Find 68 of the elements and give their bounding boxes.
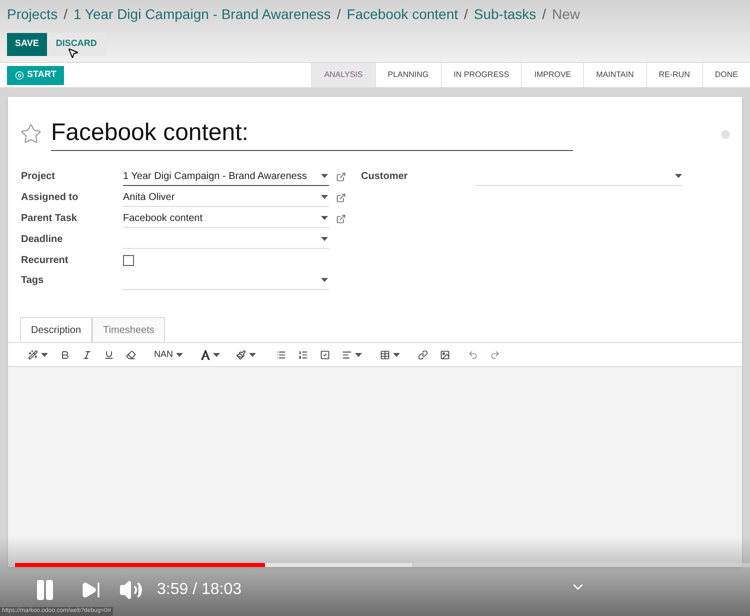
breadcrumb-current: New — [552, 4, 580, 24]
field-label: Assigned to — [20, 191, 80, 205]
caret-icon — [321, 174, 328, 178]
field-label: Parent Task — [20, 212, 78, 226]
external-link-icon[interactable] — [336, 214, 346, 224]
caret-icon — [213, 352, 220, 356]
link-icon[interactable] — [418, 350, 428, 360]
discard-button[interactable]: DISCARD — [46, 32, 106, 56]
dropdown-field[interactable]: Anita Oliver — [123, 188, 329, 207]
undo-icon[interactable] — [468, 350, 478, 360]
magic-wand-icon[interactable] — [28, 350, 38, 360]
caret-icon — [321, 278, 328, 282]
caret-icon — [393, 352, 400, 356]
breadcrumb-separator: / — [542, 4, 546, 24]
checkbox[interactable] — [123, 254, 134, 266]
caret-icon — [176, 352, 184, 356]
next-icon[interactable] — [81, 580, 101, 600]
field-label: Tags — [20, 274, 45, 288]
font-color-icon[interactable] — [201, 350, 210, 360]
progress-track[interactable] — [15, 563, 750, 567]
caret-icon — [675, 174, 682, 178]
dropdown-field[interactable]: Facebook content — [123, 209, 329, 228]
tab[interactable]: Description — [20, 317, 92, 343]
external-link-icon[interactable] — [336, 172, 346, 182]
breadcrumb-link[interactable]: Projects — [7, 4, 58, 24]
time-display: 3:59 / 18:03 — [157, 580, 242, 600]
bullet-list-icon[interactable] — [276, 350, 286, 360]
checklist-icon[interactable] — [320, 350, 330, 360]
brush-icon[interactable] — [236, 350, 246, 360]
field-value: Anita Oliver — [123, 190, 175, 204]
caret-icon — [321, 237, 328, 241]
eraser-icon[interactable] — [126, 350, 136, 360]
status-stage[interactable]: ANALYSIS — [311, 63, 375, 87]
caret-icon — [321, 195, 328, 199]
image-icon[interactable] — [440, 350, 450, 360]
stop-icon — [15, 70, 24, 80]
redo-icon[interactable] — [490, 350, 500, 360]
field-label: Project — [20, 170, 56, 184]
underline-icon[interactable] — [104, 350, 114, 360]
breadcrumb-separator: / — [464, 4, 468, 24]
font-size-dropdown[interactable]: NAN — [154, 348, 184, 362]
align-icon[interactable] — [342, 350, 352, 360]
volume-icon[interactable] — [119, 578, 143, 602]
field-label: Deadline — [20, 233, 64, 247]
field-value: Facebook content — [123, 212, 202, 226]
breadcrumb-link[interactable]: Facebook content — [346, 4, 458, 24]
breadcrumb-link[interactable]: Sub-tasks — [474, 4, 536, 24]
breadcrumb-separator: / — [64, 4, 68, 24]
caret-icon — [41, 352, 48, 356]
save-button[interactable]: SAVE — [7, 32, 47, 56]
field-label: Recurrent — [20, 254, 70, 268]
table-icon[interactable] — [380, 350, 390, 360]
field-value: 1 Year Digi Campaign - Brand Awareness — [123, 170, 307, 184]
star-icon[interactable] — [20, 123, 42, 145]
external-link-icon[interactable] — [336, 192, 346, 202]
numbered-list-icon[interactable] — [298, 350, 308, 360]
title-field[interactable]: Facebook content: — [51, 117, 573, 151]
field-label: Customer — [361, 170, 409, 184]
tab[interactable]: Timesheets — [92, 317, 166, 343]
cursor-icon — [67, 47, 79, 59]
italic-icon[interactable] — [82, 350, 92, 360]
dropdown-field[interactable]: 1 Year Digi Campaign - Brand Awareness — [123, 167, 329, 186]
bold-icon[interactable] — [60, 350, 70, 360]
caret-icon — [355, 352, 362, 356]
caret-icon — [249, 352, 256, 356]
caret-icon — [321, 216, 328, 220]
breadcrumb-link[interactable]: 1 Year Digi Campaign - Brand Awareness — [73, 4, 331, 24]
breadcrumb-separator: / — [336, 4, 341, 24]
